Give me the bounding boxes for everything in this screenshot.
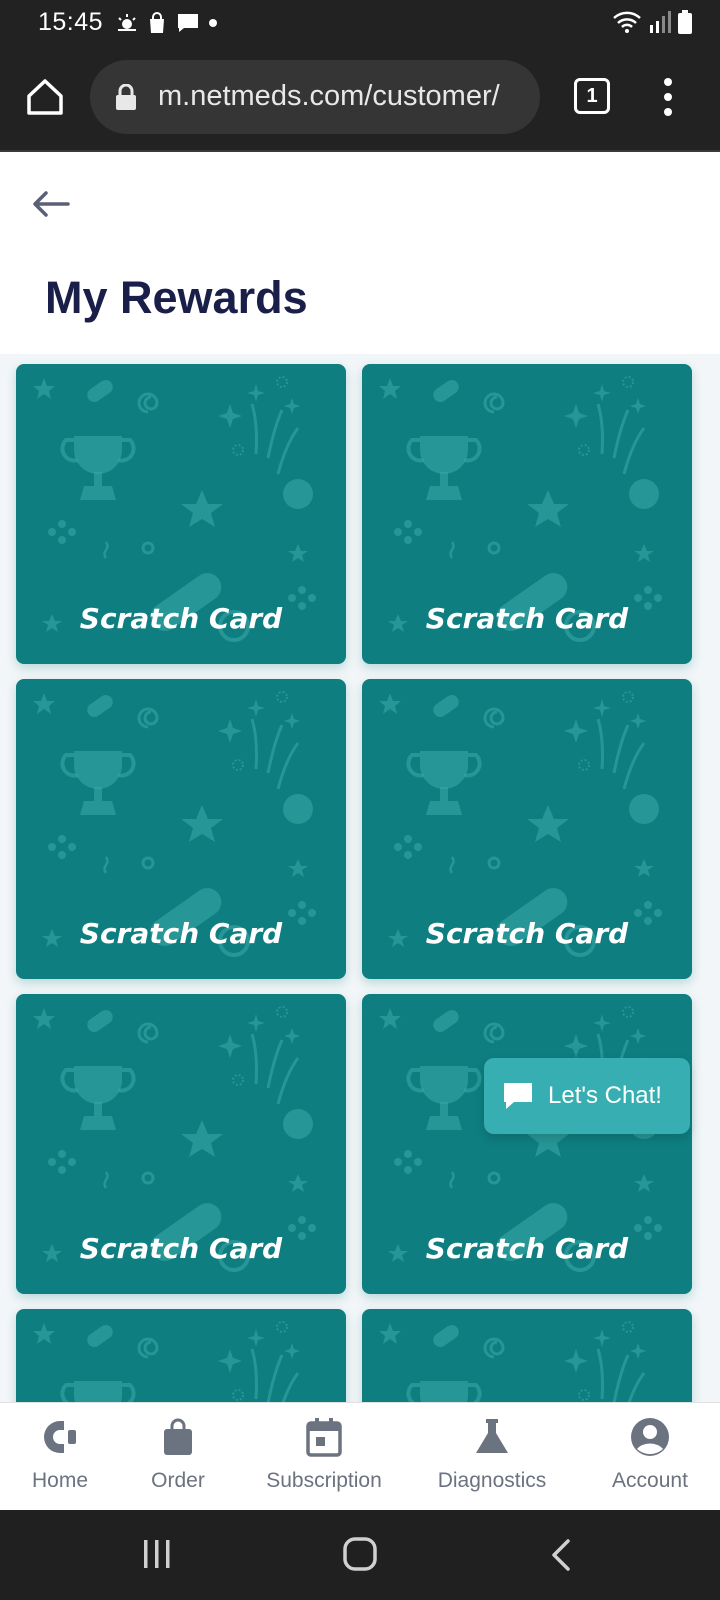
- weather-icon: [118, 14, 136, 31]
- scratch-card[interactable]: Scratch Card: [362, 994, 692, 1294]
- status-icons-left: [116, 10, 217, 36]
- page-title: My Rewards: [45, 272, 308, 323]
- scratch-card-label: Scratch Card: [425, 1232, 629, 1265]
- system-nav-bar: [0, 1510, 720, 1600]
- nav-label-order: Order: [151, 1469, 205, 1492]
- browser-home-button[interactable]: [24, 76, 66, 118]
- home-icon: [44, 1421, 76, 1453]
- lets-chat-label: Let's Chat!: [548, 1082, 662, 1109]
- scratch-card[interactable]: [362, 1309, 692, 1402]
- nav-item-order[interactable]: Order: [146, 1415, 210, 1493]
- nav-item-account[interactable]: Account: [606, 1415, 694, 1493]
- lets-chat-button[interactable]: Let's Chat!: [484, 1058, 690, 1134]
- menu-dot: [664, 93, 672, 101]
- status-bar: 15:45: [0, 0, 720, 44]
- scratch-card-label: Scratch Card: [425, 602, 629, 635]
- nav-item-subscription[interactable]: Subscription: [262, 1415, 386, 1493]
- back-arrow-icon: [33, 191, 70, 217]
- flask-icon: [476, 1419, 508, 1453]
- status-icons-right: [612, 8, 692, 36]
- menu-dot: [664, 108, 672, 116]
- bag-icon: [164, 1418, 192, 1455]
- page-header: My Rewards: [0, 152, 720, 354]
- url-text: m.netmeds.com/customer/: [158, 80, 500, 112]
- wifi-icon: [613, 11, 641, 33]
- lock-icon: [116, 84, 136, 110]
- back-button[interactable]: [28, 184, 74, 224]
- status-time: 15:45: [38, 8, 104, 36]
- dot-icon: [209, 19, 217, 27]
- chat-bubble-icon: [504, 1083, 532, 1109]
- scratch-card-label: Scratch Card: [79, 1232, 283, 1265]
- browser-toolbar: m.netmeds.com/customer/ 1: [0, 44, 720, 152]
- bottom-nav: Home Order Subscription Diagnostics Acco…: [0, 1402, 720, 1510]
- recent-apps-icon[interactable]: [142, 1538, 172, 1570]
- scratch-card[interactable]: Scratch Card: [16, 364, 346, 664]
- nav-label-account: Account: [612, 1469, 688, 1492]
- scratch-card-label: Scratch Card: [425, 917, 629, 950]
- signal-icon: [650, 11, 671, 33]
- browser-menu-button[interactable]: [654, 74, 682, 120]
- system-home-icon[interactable]: [342, 1536, 378, 1572]
- menu-dot: [664, 78, 672, 86]
- rewards-grid: Scratch Card Scratch Card Scratch Card S…: [0, 354, 720, 1402]
- scratch-card-label: Scratch Card: [79, 917, 283, 950]
- tab-switcher-button[interactable]: 1: [574, 78, 610, 114]
- scratch-card[interactable]: Scratch Card: [362, 364, 692, 664]
- shopping-bag-icon: [150, 12, 164, 33]
- address-bar[interactable]: m.netmeds.com/customer/: [90, 60, 540, 134]
- nav-label-subscription: Subscription: [266, 1469, 382, 1492]
- home-outline-icon: [27, 79, 63, 115]
- scratch-card[interactable]: Scratch Card: [16, 994, 346, 1294]
- nav-label-diagnostics: Diagnostics: [437, 1469, 547, 1492]
- nav-item-diagnostics[interactable]: Diagnostics: [436, 1415, 548, 1493]
- nav-label-home: Home: [31, 1469, 89, 1492]
- battery-icon: [678, 10, 692, 34]
- account-icon: [631, 1418, 669, 1456]
- scratch-card[interactable]: Scratch Card: [16, 679, 346, 979]
- scratch-card[interactable]: Scratch Card: [362, 679, 692, 979]
- scratch-card-label: Scratch Card: [79, 602, 283, 635]
- calendar-icon: [306, 1418, 342, 1457]
- system-back-icon[interactable]: [550, 1538, 572, 1572]
- card-pattern-art: [377, 1320, 664, 1402]
- card-pattern-art: [31, 1320, 318, 1402]
- scratch-card[interactable]: [16, 1309, 346, 1402]
- nav-item-home[interactable]: Home: [28, 1415, 92, 1493]
- message-icon: [178, 14, 198, 32]
